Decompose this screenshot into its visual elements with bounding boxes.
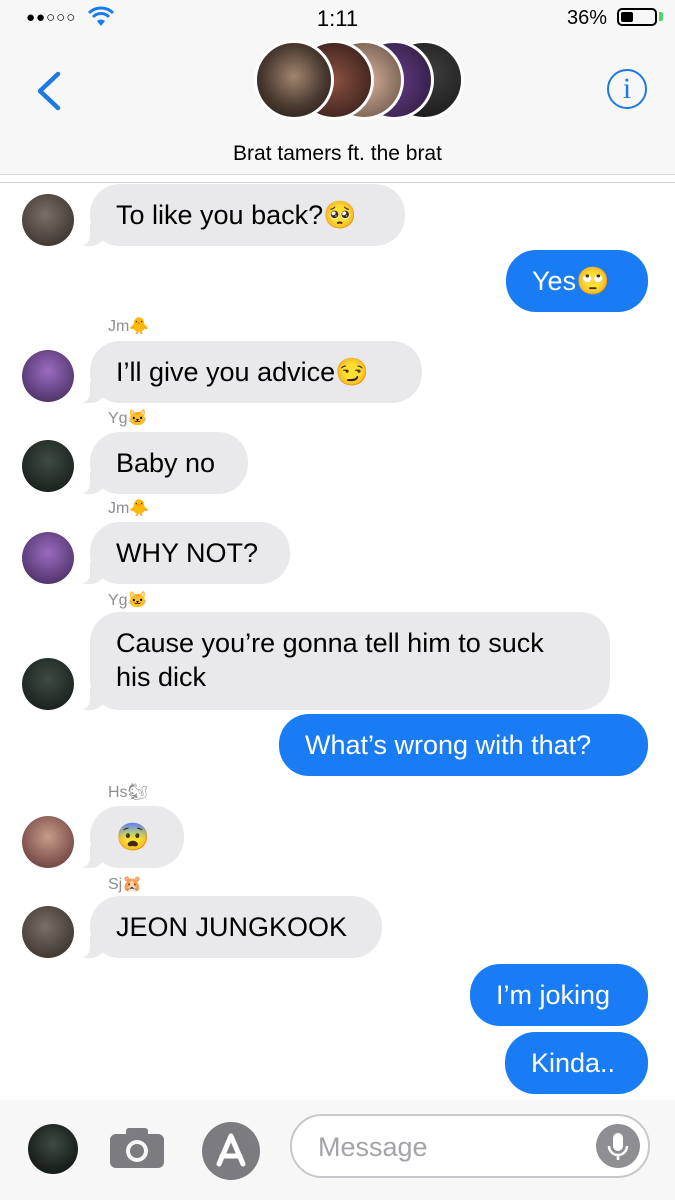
incoming-message[interactable]: JEON JUNGKOOK [74, 896, 382, 958]
avatar[interactable] [22, 194, 74, 246]
battery-charging-tip [659, 12, 663, 21]
message-text: To like you back?🥺 [116, 200, 357, 230]
message-text: Cause you’re gonna tell him to suck his … [116, 628, 544, 692]
message-text: I’m joking [496, 980, 611, 1010]
message-text: Yes🙄 [532, 266, 610, 296]
microphone-icon[interactable] [596, 1124, 640, 1168]
group-name[interactable]: Brat tamers ft. the brat [0, 142, 675, 166]
sender-name: Yg🐱 [108, 410, 148, 427]
battery-icon [617, 8, 657, 26]
message-text: JEON JUNGKOOK [116, 912, 348, 942]
message-composer [0, 1100, 675, 1200]
outgoing-message[interactable]: Kinda.. [505, 1032, 648, 1094]
incoming-message[interactable]: To like you back?🥺 [74, 184, 405, 246]
app-store-icon[interactable] [202, 1122, 260, 1180]
conversation-header: Brat tamers ft. the brat i [0, 36, 675, 175]
message-text: Baby no [116, 448, 216, 478]
avatar[interactable] [22, 906, 74, 958]
message-text: What’s wrong with that? [305, 730, 592, 760]
microphone-glyph [607, 1133, 629, 1160]
incoming-message[interactable]: WHY NOT? [74, 522, 290, 584]
message-text: 😨 [116, 822, 150, 852]
message-text: Kinda.. [531, 1048, 616, 1078]
avatar[interactable] [22, 532, 74, 584]
app-store-glyph [216, 1133, 246, 1167]
status-bar: ●●○○○ 1:11 36% [0, 0, 675, 36]
sender-name: Yg🐱 [108, 592, 148, 609]
incoming-message[interactable]: Cause you’re gonna tell him to suck his … [74, 612, 610, 710]
sender-name: Jm🐥 [108, 318, 150, 335]
memoji-avatar-button[interactable] [28, 1124, 78, 1174]
outgoing-message[interactable]: What’s wrong with that? [279, 714, 648, 776]
avatar[interactable] [22, 440, 74, 492]
battery-percentage: 36% [566, 7, 607, 29]
group-avatar-1 [254, 40, 334, 120]
avatar[interactable] [22, 658, 74, 710]
outgoing-message[interactable]: Yes🙄 [506, 250, 648, 312]
outgoing-message[interactable]: I’m joking [470, 964, 648, 1026]
message-text: I’ll give you advice😏 [116, 357, 369, 387]
incoming-message[interactable]: 😨 [74, 806, 184, 868]
incoming-message[interactable]: Baby no [74, 432, 248, 494]
camera-icon[interactable] [108, 1126, 166, 1170]
avatar[interactable] [22, 816, 74, 868]
avatar[interactable] [22, 350, 74, 402]
group-avatar-stack[interactable] [254, 40, 474, 124]
info-icon[interactable]: i [607, 69, 647, 109]
message-text: WHY NOT? [116, 538, 259, 568]
sender-name: Sj🐹 [108, 876, 143, 893]
sender-name: Jm🐥 [108, 500, 150, 517]
message-thread[interactable]: To like you back?🥺 Yes🙄 Jm🐥 I’ll give yo… [0, 184, 675, 1100]
sender-name: Hs🐿 [108, 784, 148, 801]
back-chevron-icon[interactable] [30, 66, 70, 116]
message-field[interactable] [290, 1114, 650, 1178]
incoming-message[interactable]: I’ll give you advice😏 [74, 341, 422, 403]
header-divider [0, 182, 675, 183]
message-input[interactable] [316, 1126, 590, 1168]
